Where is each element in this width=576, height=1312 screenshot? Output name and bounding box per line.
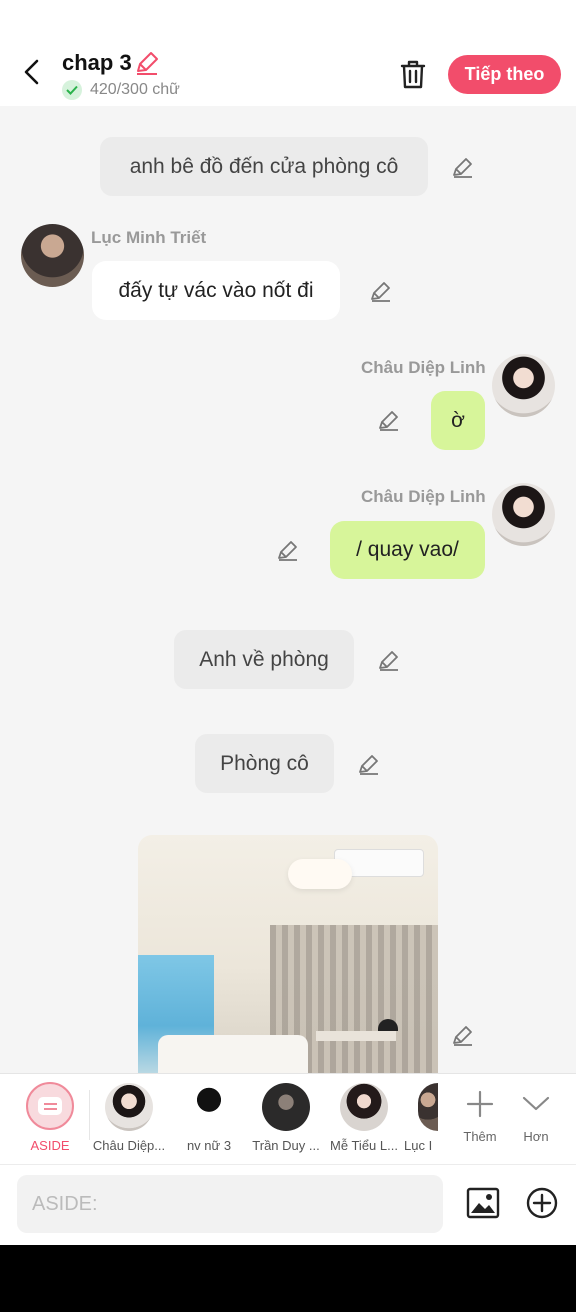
avatar[interactable]: [21, 224, 84, 287]
divider: [89, 1090, 90, 1140]
system-nav-bar: [0, 1245, 576, 1312]
narration-bubble[interactable]: anh bê đồ đến cửa phòng cô: [100, 137, 428, 196]
photo-desk: [316, 1031, 396, 1041]
character-label: Trần Duy ...: [252, 1138, 320, 1153]
narration-bubble[interactable]: Phòng cô: [195, 734, 334, 793]
character-name: Lục Minh Triết: [91, 228, 207, 247]
chevron-down-icon[interactable]: [516, 1084, 556, 1124]
character-selector-bar: ASIDE Châu Diệp... nv nữ 3 Trần Duy ... …: [0, 1073, 576, 1164]
message-bubble[interactable]: ờ: [431, 391, 485, 450]
edit-pencil-icon[interactable]: [377, 648, 401, 672]
avatar[interactable]: [492, 483, 555, 546]
character-avatar[interactable]: [340, 1083, 388, 1131]
room-photo[interactable]: [138, 835, 438, 1073]
character-name: Châu Diệp Linh: [361, 487, 486, 506]
more-label: Thêm: [463, 1129, 497, 1144]
plus-icon[interactable]: [460, 1084, 500, 1124]
chapter-title: chap 3: [62, 50, 132, 75]
image-icon[interactable]: [465, 1185, 501, 1221]
word-count-text: 420/300 chữ: [90, 81, 180, 98]
message-bubble[interactable]: / quay vao/: [330, 521, 485, 579]
message-bubble[interactable]: đấy tự vác vào nốt đi: [92, 261, 340, 320]
expand-label: Hơn: [523, 1129, 549, 1144]
character-avatar[interactable]: [418, 1083, 438, 1131]
add-circle-icon[interactable]: [525, 1186, 559, 1220]
next-button[interactable]: Tiếp theo: [448, 55, 561, 94]
avatar[interactable]: [492, 354, 555, 417]
photo-bed: [158, 1035, 308, 1073]
check-icon: [62, 80, 82, 100]
photo-cloud-lamp: [288, 859, 352, 889]
character-label: nv nữ 3: [186, 1138, 232, 1153]
character-name: Châu Diệp Linh: [361, 358, 486, 377]
trash-icon[interactable]: [398, 58, 428, 90]
edit-pencil-icon[interactable]: [369, 279, 393, 303]
character-avatar[interactable]: [262, 1083, 310, 1131]
edit-pencil-icon[interactable]: [276, 538, 300, 562]
composer: [0, 1164, 576, 1245]
narration-bubble[interactable]: Anh về phòng: [174, 630, 354, 689]
character-label: Lục I: [404, 1138, 433, 1153]
message-input[interactable]: [17, 1175, 443, 1233]
top-bar: chap 3 420/300 chữ Tiếp theo: [0, 0, 576, 106]
edit-pencil-icon[interactable]: [451, 1023, 475, 1047]
character-label: Châu Diệp...: [92, 1138, 166, 1153]
character-label: Mễ Tiểu L...: [330, 1138, 398, 1153]
character-avatar[interactable]: [185, 1083, 233, 1131]
word-count: 420/300 chữ: [62, 80, 180, 100]
aside-button[interactable]: [26, 1082, 74, 1130]
edit-title-pencil-icon[interactable]: [134, 50, 160, 76]
edit-pencil-icon[interactable]: [451, 155, 475, 179]
aside-label: ASIDE: [30, 1138, 70, 1153]
character-avatar[interactable]: [105, 1083, 153, 1131]
aside-icon: [38, 1097, 62, 1115]
back-arrow-icon[interactable]: [18, 58, 46, 86]
edit-pencil-icon[interactable]: [377, 408, 401, 432]
edit-pencil-icon[interactable]: [357, 752, 381, 776]
